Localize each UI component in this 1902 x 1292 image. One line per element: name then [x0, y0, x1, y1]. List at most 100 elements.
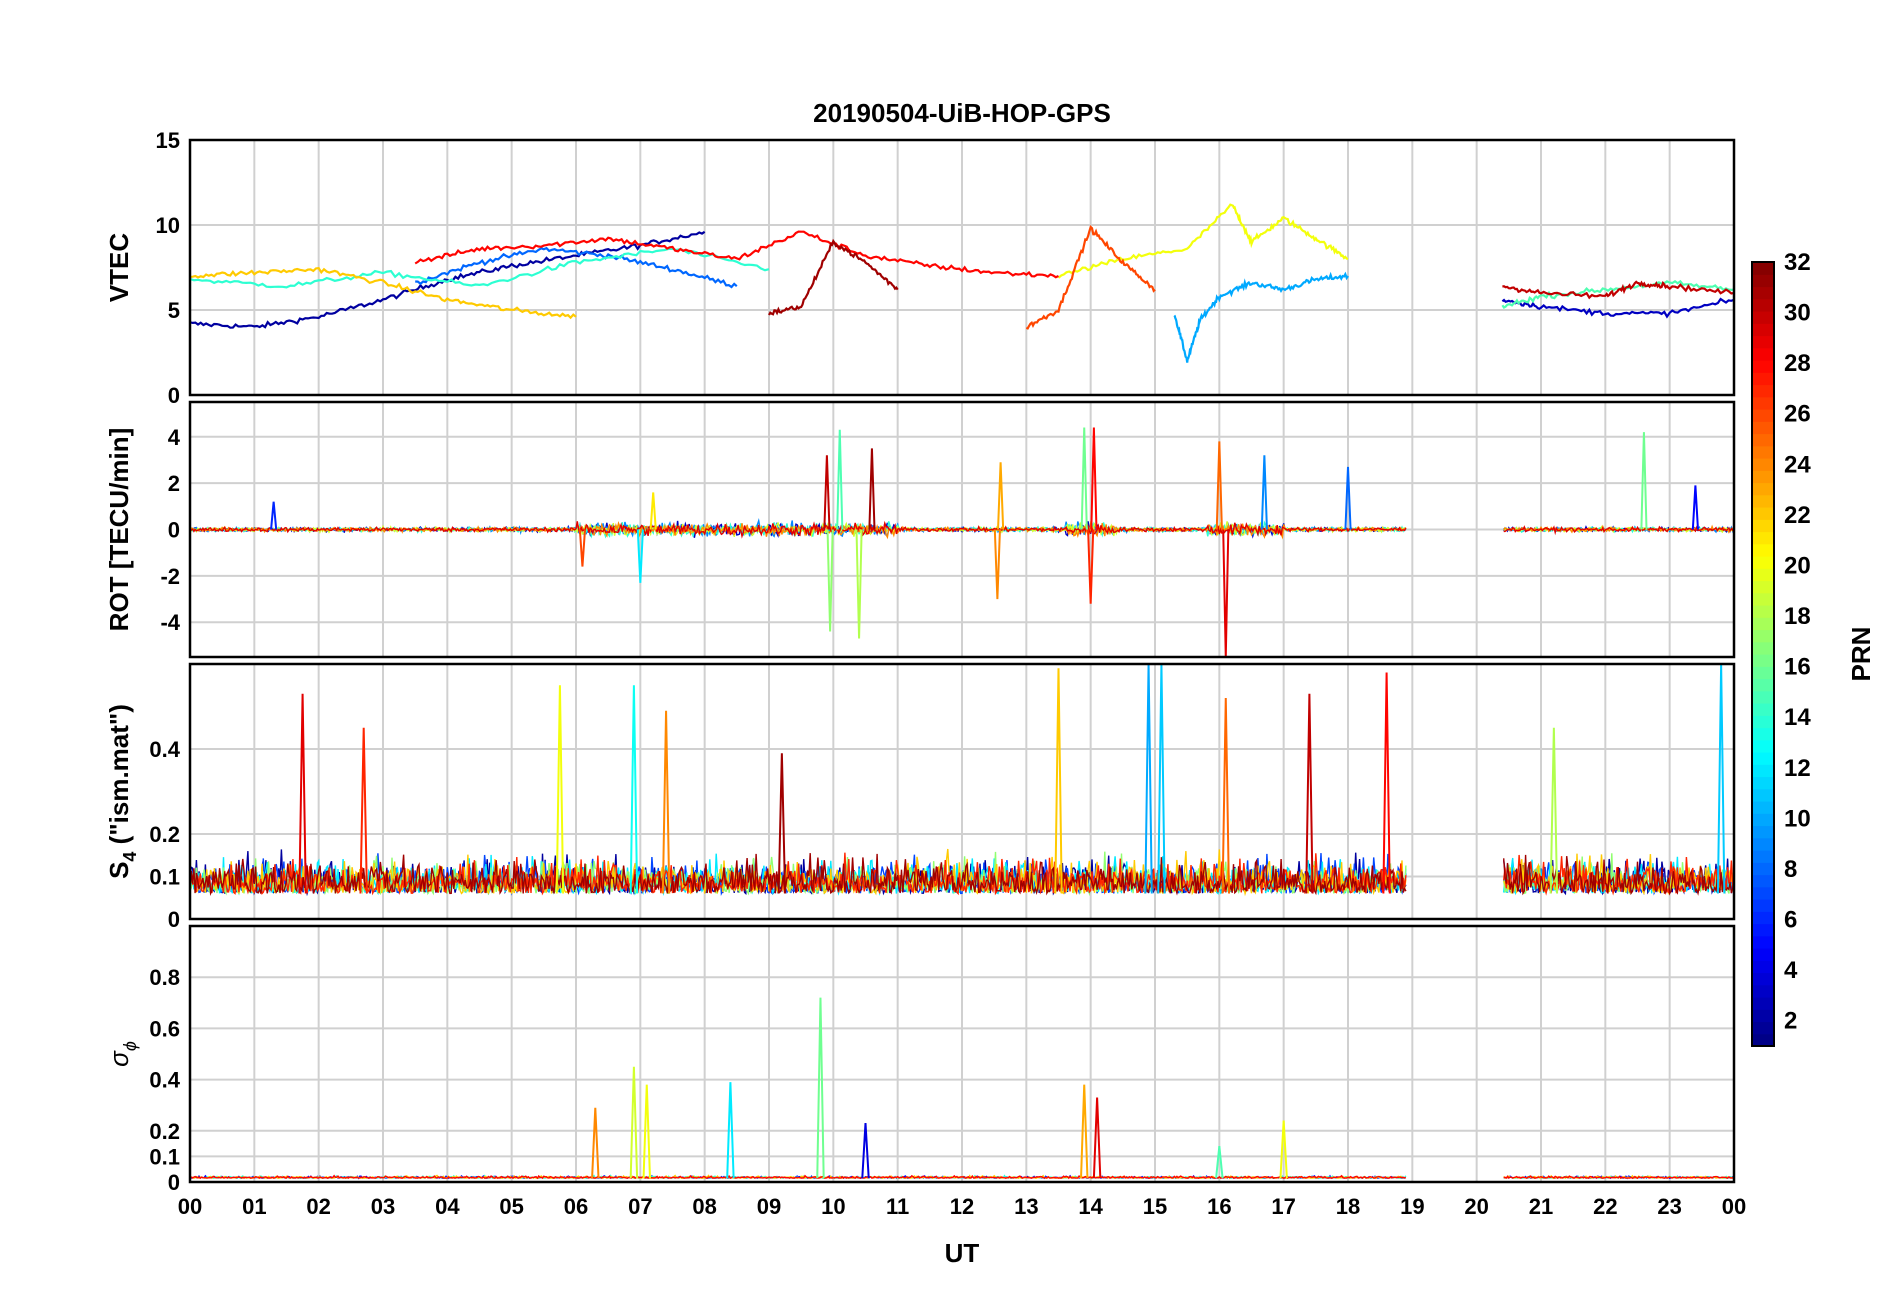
colorbar-swatch: [1752, 715, 1774, 729]
colorbar-tick-label: 12: [1784, 755, 1811, 782]
colorbar-swatch: [1752, 617, 1774, 631]
y-tick-label: 2: [168, 471, 180, 496]
colorbar-swatch: [1752, 286, 1774, 300]
colorbar-tick-label: 30: [1784, 300, 1811, 327]
colorbar-swatch: [1752, 311, 1774, 324]
y-tick-label: 0.2: [149, 822, 180, 847]
x-tick-label: 03: [371, 1194, 395, 1219]
colorbar-tick-label: 4: [1784, 957, 1798, 984]
y-tick-label: 5: [168, 298, 180, 323]
colorbar-swatch: [1752, 274, 1774, 288]
x-tick-label: 11: [886, 1194, 909, 1219]
y-tick-label: 0.4: [149, 1068, 180, 1093]
colorbar-swatch: [1752, 960, 1774, 974]
x-tick-label: 09: [757, 1194, 781, 1219]
colorbar-swatch: [1752, 543, 1774, 557]
colorbar-swatch: [1752, 458, 1774, 471]
colorbar-tick-label: 22: [1784, 502, 1811, 529]
x-tick-label: 15: [1143, 1194, 1167, 1219]
x-tick-label: 22: [1593, 1194, 1617, 1219]
colorbar-swatch: [1752, 347, 1774, 361]
x-tick-label: 10: [821, 1194, 845, 1219]
x-tick-label: 12: [950, 1194, 974, 1219]
colorbar-swatch: [1752, 764, 1774, 778]
colorbar-swatch: [1752, 592, 1774, 606]
colorbar-swatch: [1752, 886, 1774, 900]
colorbar-swatch: [1752, 776, 1774, 790]
y-tick-label: 0: [168, 1170, 180, 1195]
x-tick-label: 05: [499, 1194, 523, 1219]
x-axis-label: UT: [945, 1238, 980, 1268]
colorbar-tick-label: 6: [1784, 907, 1797, 934]
colorbar-tick-label: 18: [1784, 603, 1811, 630]
colorbar-swatch: [1752, 862, 1774, 876]
colorbar-swatch: [1752, 568, 1774, 582]
y-tick-label: 0.8: [149, 965, 180, 990]
x-tick-label: 07: [628, 1194, 652, 1219]
x-tick-label: 06: [564, 1194, 588, 1219]
colorbar-swatch: [1752, 1009, 1774, 1023]
x-tick-label: 13: [1014, 1194, 1038, 1219]
x-tick-label: 00: [1722, 1194, 1746, 1219]
colorbar-swatch: [1752, 935, 1774, 949]
colorbar-swatch: [1752, 519, 1774, 533]
colorbar-tick-label: 8: [1784, 856, 1797, 883]
colorbar-swatch: [1752, 972, 1774, 986]
colorbar-tick-label: 32: [1784, 249, 1811, 276]
colorbar-swatch: [1752, 641, 1774, 655]
x-tick-label: 19: [1400, 1194, 1424, 1219]
colorbar-swatch: [1752, 727, 1774, 741]
colorbar-swatch: [1752, 262, 1774, 275]
x-tick-label: 20: [1464, 1194, 1488, 1219]
y-tick-label: 0.1: [149, 1144, 180, 1169]
colorbar-swatch: [1752, 850, 1774, 863]
colorbar-swatch: [1752, 580, 1774, 594]
y-tick-label: 0: [168, 518, 180, 543]
colorbar-swatch: [1752, 948, 1774, 961]
colorbar-swatch: [1752, 654, 1774, 667]
colorbar-tick-label: 24: [1784, 451, 1811, 478]
colorbar-swatch: [1752, 813, 1774, 827]
x-tick-label: 08: [692, 1194, 716, 1219]
colorbar-label: PRN: [1846, 627, 1876, 682]
colorbar-swatch: [1752, 482, 1774, 496]
x-tick-label: 17: [1271, 1194, 1295, 1219]
colorbar-swatch: [1752, 335, 1774, 349]
colorbar-swatch: [1752, 360, 1774, 373]
chart-title: 20190504-UiB-HOP-GPS: [813, 98, 1111, 128]
colorbar-tick-label: 20: [1784, 552, 1811, 579]
colorbar-swatch: [1752, 470, 1774, 484]
colorbar-swatch: [1752, 421, 1774, 435]
colorbar-swatch: [1752, 825, 1774, 839]
colorbar-swatch: [1752, 703, 1774, 716]
colorbar-swatch: [1752, 997, 1774, 1010]
x-tick-label: 14: [1078, 1194, 1103, 1219]
colorbar-swatch: [1752, 837, 1774, 851]
colorbar-swatch: [1752, 384, 1774, 398]
colorbar-swatch: [1752, 1021, 1774, 1035]
colorbar-swatch: [1752, 433, 1774, 447]
figure-background: [0, 0, 1902, 1292]
colorbar-tick-label: 2: [1784, 1008, 1797, 1035]
y-tick-label: 0.1: [149, 865, 180, 890]
x-tick-label: 00: [178, 1194, 202, 1219]
colorbar-swatch: [1752, 409, 1774, 422]
colorbar-swatch: [1752, 752, 1774, 765]
colorbar-swatch: [1752, 911, 1774, 925]
y-tick-label: -4: [160, 610, 180, 635]
colorbar-swatch: [1752, 372, 1774, 386]
colorbar-swatch: [1752, 605, 1774, 618]
colorbar-tick-label: 26: [1784, 401, 1811, 428]
colorbar-swatch: [1752, 323, 1774, 337]
y-axis-label: VTEC: [104, 233, 134, 303]
colorbar-tick-label: 16: [1784, 654, 1811, 681]
colorbar-swatch: [1752, 923, 1774, 937]
y-tick-label: 0.6: [149, 1016, 180, 1041]
y-tick-label: 0.4: [149, 737, 180, 762]
y-axis-label: ROT [TECU/min]: [104, 428, 134, 632]
colorbar-swatch: [1752, 494, 1774, 508]
colorbar-swatch: [1752, 666, 1774, 680]
y-tick-label: 0: [168, 907, 180, 932]
y-tick-label: 4: [168, 425, 181, 450]
colorbar-swatch: [1752, 899, 1774, 912]
